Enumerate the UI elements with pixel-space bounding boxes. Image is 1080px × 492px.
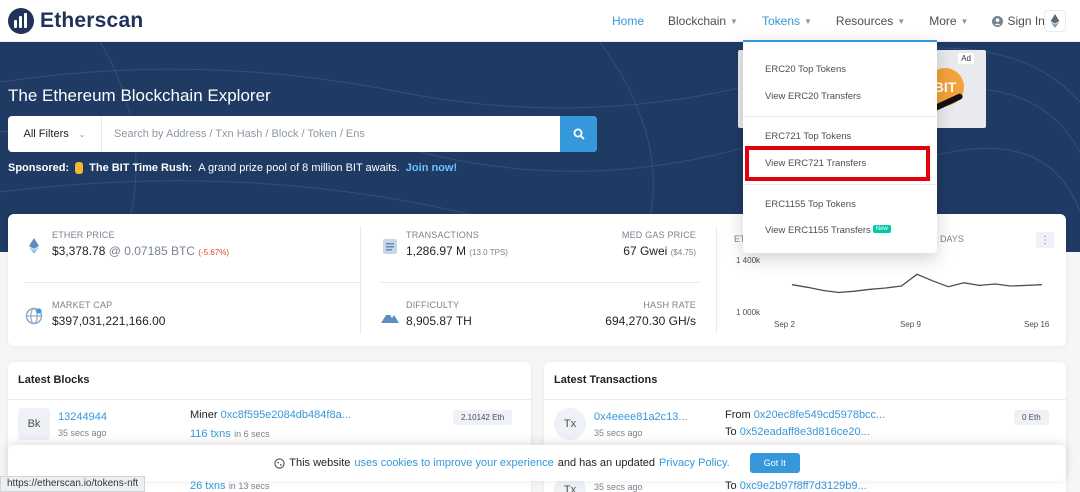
latest-transactions-title: Latest Transactions bbox=[544, 362, 1066, 400]
latest-blocks-title: Latest Blocks bbox=[8, 362, 531, 400]
highlight-box bbox=[745, 146, 930, 181]
block-txns-time: in 13 secs bbox=[228, 481, 270, 491]
nav-home[interactable]: Home bbox=[600, 14, 656, 28]
logo-icon bbox=[8, 8, 34, 34]
stats-vertical-divider bbox=[716, 226, 717, 334]
from-address-link[interactable]: 0x20ec8fe549cd5978bcc... bbox=[754, 409, 886, 421]
cookie-icon bbox=[274, 457, 285, 469]
block-txns-time: in 6 secs bbox=[234, 429, 270, 439]
chart-x-tick: Sep 16 bbox=[1024, 320, 1050, 329]
menu-item-erc1155-top-tokens[interactable]: ERC1155 Top Tokens bbox=[765, 199, 856, 210]
menu-divider bbox=[743, 184, 937, 185]
ethereum-network-button[interactable] bbox=[1044, 10, 1066, 32]
transaction-hash-link[interactable]: 0x4eeee81a2c13... bbox=[594, 411, 688, 423]
to-address-link[interactable]: 0xc9e2b97f8ff7d3129b9... bbox=[740, 480, 867, 492]
ethereum-price-icon bbox=[29, 238, 39, 254]
nav-resources[interactable]: Resources ▼ bbox=[824, 14, 917, 28]
stats-vertical-divider bbox=[360, 226, 361, 334]
from-label: From bbox=[725, 409, 751, 421]
new-badge: New bbox=[872, 225, 891, 233]
top-navbar: Etherscan Home Blockchain ▼ Tokens ▼ Resou… bbox=[0, 0, 1080, 42]
cookie-got-it-button[interactable]: Got It bbox=[749, 453, 800, 473]
block-icon: Bk bbox=[18, 408, 50, 440]
sponsored-join-link[interactable]: Join now! bbox=[406, 162, 457, 174]
brand-name: Etherscan bbox=[40, 9, 144, 32]
main-menu: Home Blockchain ▼ Tokens ▼ Resources ▼ More… bbox=[600, 0, 1057, 42]
search-icon bbox=[573, 128, 585, 140]
etherscan-logo[interactable]: Etherscan bbox=[8, 8, 143, 34]
chart-x-tick: Sep 9 bbox=[900, 320, 921, 329]
gas-price-stat[interactable]: MED GAS PRICE 67 Gwei ($4.75) bbox=[568, 230, 696, 258]
transaction-icon: Tx bbox=[554, 408, 586, 440]
menu-item-view-erc1155-transfers[interactable]: View ERC1155 Transfers New bbox=[765, 225, 891, 236]
to-label: To bbox=[725, 426, 737, 438]
chart-y-tick: 1 400k bbox=[736, 256, 761, 265]
hash-rate-stat: HASH RATE 694,270.30 GH/s bbox=[605, 300, 696, 328]
chevron-down-icon: ▼ bbox=[960, 16, 969, 26]
block-reward-badge: 2.10142 Eth bbox=[453, 410, 513, 425]
menu-item-view-erc20-transfers[interactable]: View ERC20 Transfers bbox=[765, 91, 861, 102]
coin-icon bbox=[75, 162, 84, 174]
block-number-link[interactable]: 13244944 bbox=[58, 411, 107, 423]
market-cap-stat: MARKET CAP $397,031,221,166.00 bbox=[52, 300, 166, 328]
hero-title: The Ethereum Blockchain Explorer bbox=[8, 86, 271, 105]
transaction-value-badge: 0 Eth bbox=[1014, 410, 1049, 425]
browser-status-url: https://etherscan.io/tokens-nft bbox=[0, 476, 146, 492]
stats-divider bbox=[380, 282, 700, 283]
mountain-icon bbox=[381, 312, 399, 323]
chart-y-tick: 1 000k bbox=[736, 308, 761, 317]
chart-x-tick: Sep 2 bbox=[774, 320, 795, 329]
cookie-consent-bar: This website uses cookies to improve you… bbox=[8, 445, 1066, 481]
chevron-down-icon: ▼ bbox=[897, 16, 906, 26]
nav-more[interactable]: More ▼ bbox=[917, 14, 980, 28]
to-label: To bbox=[725, 480, 737, 492]
menu-divider bbox=[743, 116, 937, 117]
ethereum-icon bbox=[1050, 14, 1060, 28]
chart-title-right: DAYS bbox=[940, 234, 964, 244]
miner-address-link[interactable]: 0xc8f595e2084db484f8a... bbox=[221, 409, 351, 421]
search-filter-select[interactable]: All Filters ⌄ bbox=[8, 116, 102, 152]
search-button[interactable] bbox=[560, 116, 597, 152]
stats-divider bbox=[24, 282, 360, 283]
ad-label: Ad bbox=[958, 53, 974, 64]
chart-series-line bbox=[791, 273, 1043, 294]
chevron-down-icon: ▼ bbox=[804, 16, 812, 26]
sponsored-banner: Sponsored: The BIT Time Rush: A grand pr… bbox=[8, 162, 458, 174]
search-input[interactable] bbox=[102, 116, 560, 152]
chart-menu-button[interactable]: ⋮ bbox=[1036, 232, 1054, 248]
transaction-time: 35 secs ago bbox=[594, 428, 643, 438]
to-address-link[interactable]: 0x52eadaff8e3d816ce20... bbox=[740, 426, 870, 438]
transactions-icon bbox=[383, 239, 397, 254]
ether-price-stat: ETHER PRICE $3,378.78 @ 0.07185 BTC (-5.… bbox=[52, 230, 229, 258]
block-txns-link[interactable]: 116 txns bbox=[190, 428, 231, 440]
nav-blockchain[interactable]: Blockchain ▼ bbox=[656, 14, 750, 28]
block-txns-link[interactable]: 26 txns bbox=[190, 480, 225, 492]
transactions-history-chart: 1 400k 1 000k Sep 2 Sep 9 Sep 16 bbox=[736, 256, 1050, 329]
nav-tokens[interactable]: Tokens ▼ bbox=[750, 14, 824, 28]
cookies-policy-link[interactable]: uses cookies to improve your experience bbox=[354, 457, 553, 469]
privacy-policy-link[interactable]: Privacy Policy. bbox=[659, 457, 730, 469]
miner-label: Miner bbox=[190, 409, 218, 421]
menu-item-erc20-top-tokens[interactable]: ERC20 Top Tokens bbox=[765, 64, 846, 75]
chevron-down-icon: ⌄ bbox=[78, 129, 86, 139]
difficulty-stat: DIFFICULTY 8,905.87 TH bbox=[406, 300, 472, 328]
globe-icon bbox=[25, 307, 43, 325]
block-time: 35 secs ago bbox=[58, 428, 107, 438]
transaction-time: 35 secs ago bbox=[594, 482, 643, 492]
user-icon bbox=[992, 15, 1004, 27]
chevron-down-icon: ▼ bbox=[730, 16, 738, 26]
transactions-stat: TRANSACTIONS 1,286.97 M (13.0 TPS) bbox=[406, 230, 508, 258]
search-bar: All Filters ⌄ bbox=[8, 116, 597, 152]
menu-item-erc721-top-tokens[interactable]: ERC721 Top Tokens bbox=[765, 131, 851, 142]
